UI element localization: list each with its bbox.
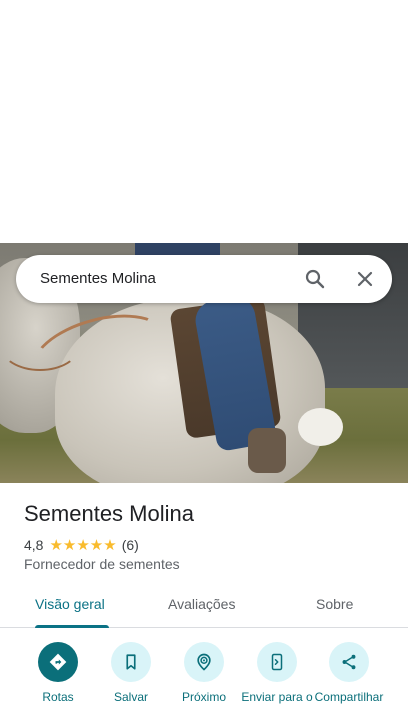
nearby-icon: [184, 642, 224, 682]
send-to-phone-icon: [257, 642, 297, 682]
photo-boot: [248, 428, 286, 473]
nearby-label: Próximo: [181, 690, 226, 704]
directions-icon: [38, 642, 78, 682]
search-bar[interactable]: Sementes Molina: [16, 255, 392, 303]
place-title: Sementes Molina: [24, 501, 194, 526]
tab-about[interactable]: Sobre: [316, 596, 353, 612]
place-category[interactable]: Fornecedor de sementes: [24, 556, 180, 572]
share-label: Compartilhar: [314, 690, 384, 704]
nearby-button[interactable]: Próximo: [166, 640, 242, 704]
map-area: [0, 0, 408, 243]
share-button[interactable]: Compartilhar: [311, 640, 387, 704]
tab-overview[interactable]: Visão geral: [35, 596, 105, 612]
send-to-phone-button[interactable]: Enviar para o: [239, 640, 315, 704]
tab-bar: Visão geral Avaliações Sobre: [0, 584, 408, 628]
save-button[interactable]: Salvar: [93, 640, 169, 704]
close-icon[interactable]: [353, 267, 377, 291]
search-icon[interactable]: [303, 267, 327, 291]
search-query[interactable]: Sementes Molina: [40, 270, 156, 287]
directions-label: Rotas: [42, 690, 74, 704]
send-to-phone-label: Enviar para o: [241, 690, 313, 704]
bookmark-icon: [111, 642, 151, 682]
tab-reviews[interactable]: Avaliações: [168, 596, 235, 612]
save-label: Salvar: [113, 690, 148, 704]
photo-rope-loop: [0, 321, 80, 371]
tab-active-indicator: [35, 625, 109, 628]
rating-value: 4,8: [24, 537, 44, 553]
action-buttons: Rotas Salvar Próximo Enviar para o Compa…: [0, 640, 408, 726]
directions-button[interactable]: Rotas: [20, 640, 96, 704]
rating-row[interactable]: 4,8 ★★★★★ (6): [24, 536, 139, 554]
share-icon: [329, 642, 369, 682]
review-count[interactable]: (6): [122, 537, 139, 553]
star-rating-icon: ★★★★★: [49, 537, 117, 554]
photo-dog: [298, 408, 343, 446]
